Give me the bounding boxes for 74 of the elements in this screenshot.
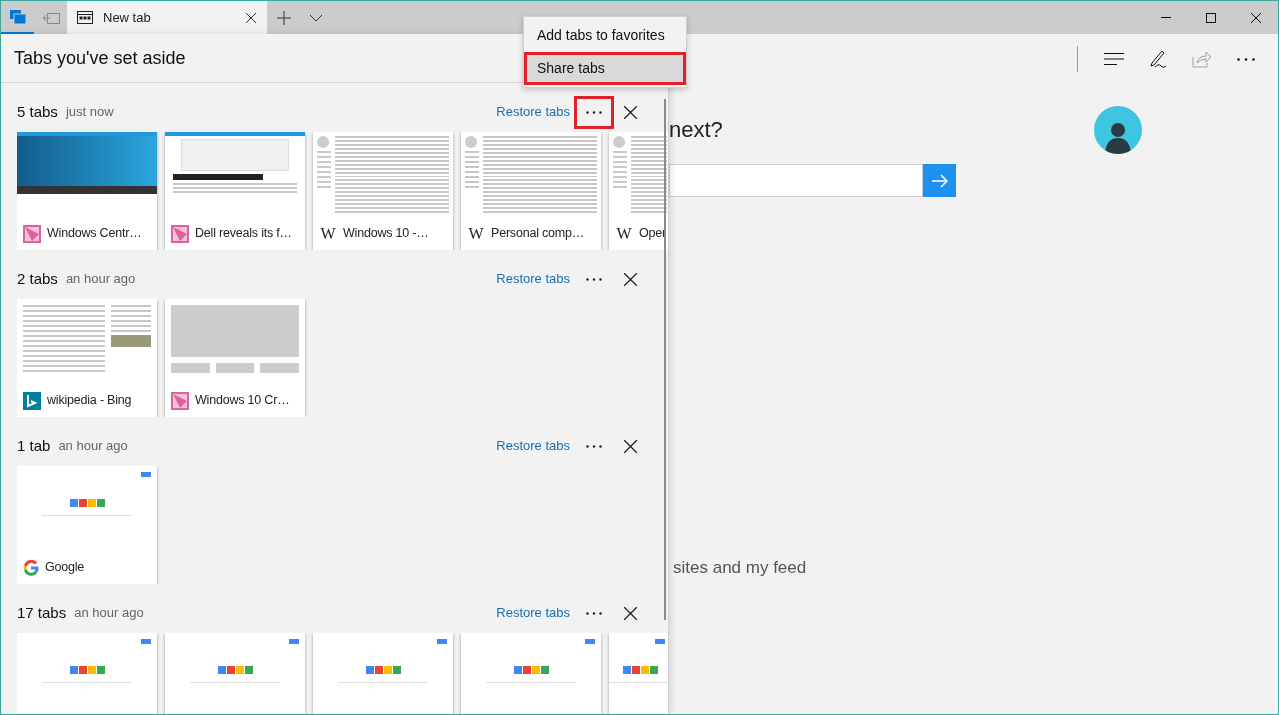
tab-card[interactable]	[165, 633, 305, 714]
tab-page-icon	[77, 11, 93, 24]
tile-logo-icon	[171, 391, 189, 410]
page-heading: next?	[669, 116, 724, 144]
group-time: just now	[65, 103, 114, 122]
menu-item[interactable]: Share tabs	[524, 52, 686, 85]
tile-logo-icon	[23, 224, 41, 243]
restore-tabs-link[interactable]: Restore tabs	[496, 603, 570, 623]
share-icon	[1192, 50, 1212, 68]
tab-card[interactable]	[461, 633, 601, 714]
search-go-button[interactable]	[923, 164, 956, 197]
tab-card-title: wikipedia - Bing	[47, 392, 132, 410]
bing-logo-icon	[23, 391, 41, 410]
feed-settings-text: sites and my feed	[673, 557, 808, 579]
tab-card-title: Dell reveals its f…	[195, 225, 292, 243]
plus-icon	[277, 10, 291, 25]
more-icon	[586, 444, 602, 448]
tab-card-title: Personal comp…	[491, 225, 585, 243]
group-time: an hour ago	[58, 437, 128, 456]
tab-card[interactable]	[313, 633, 453, 714]
pen-icon	[1149, 50, 1167, 68]
close-icon	[623, 606, 637, 620]
more-icon	[1237, 57, 1255, 61]
group-count: 2 tabs	[17, 268, 58, 289]
group-time: an hour ago	[65, 270, 136, 289]
close-icon	[1250, 12, 1261, 23]
group-count: 17 tabs	[17, 602, 67, 623]
tab-card[interactable]	[609, 633, 668, 714]
lines-icon	[1104, 53, 1124, 65]
close-icon	[623, 272, 637, 286]
stacked-windows-icon	[9, 9, 26, 24]
google-logo-icon	[23, 559, 39, 576]
tab-card[interactable]: Google	[17, 466, 157, 584]
tab-card-title: Windows 10 -…	[343, 225, 429, 243]
arrow-right-icon	[931, 173, 948, 188]
set-aside-icon	[41, 10, 60, 25]
search-field[interactable]	[669, 164, 923, 197]
close-icon	[623, 105, 637, 119]
chevron-down-icon	[309, 13, 323, 22]
tab-card-title: Windows Centr…	[47, 225, 142, 243]
tab-card[interactable]: wikipedia - Bing	[17, 299, 157, 417]
restore-tabs-link[interactable]: Restore tabs	[496, 102, 570, 122]
tab-title: New tab	[103, 8, 152, 27]
group-time: an hour ago	[74, 604, 144, 623]
tab-card[interactable]: Dell reveals its f…	[165, 132, 305, 250]
minimize-icon	[1160, 17, 1171, 18]
tab-card-title: Google	[45, 559, 85, 577]
favicon-letter: W	[615, 223, 633, 244]
close-icon	[623, 439, 637, 453]
menu-item[interactable]: Add tabs to favorites	[524, 19, 686, 52]
more-icon	[586, 611, 602, 615]
tab-card[interactable]: W Oper	[609, 132, 668, 250]
group-count: 5 tabs	[17, 101, 58, 122]
tab-card-title: Windows 10 Cr…	[195, 392, 290, 410]
restore-tabs-link[interactable]: Restore tabs	[496, 269, 570, 289]
more-icon	[586, 110, 602, 114]
tab-card[interactable]: Windows Centr…	[17, 132, 157, 250]
maximize-icon	[1205, 12, 1216, 23]
person-silhouette-icon	[1103, 120, 1133, 154]
close-icon[interactable]	[245, 11, 257, 24]
favicon-letter: W	[319, 223, 337, 244]
browser-tab[interactable]: New tab	[67, 1, 267, 34]
tab-card[interactable]: W Personal comp…	[461, 132, 601, 250]
group-count: 1 tab	[17, 435, 51, 456]
group-more-button[interactable]	[574, 95, 614, 129]
favicon-letter: W	[467, 223, 485, 244]
tab-card-title: Oper	[639, 225, 666, 243]
tab-card[interactable]	[17, 633, 157, 714]
tile-logo-icon	[171, 224, 189, 243]
tab-card[interactable]: W Windows 10 -…	[313, 132, 453, 250]
restore-tabs-link[interactable]: Restore tabs	[496, 436, 570, 456]
more-icon	[586, 277, 602, 281]
panel-title: Tabs you've set aside	[14, 46, 186, 70]
tab-card[interactable]: Windows 10 Cr…	[165, 299, 305, 417]
